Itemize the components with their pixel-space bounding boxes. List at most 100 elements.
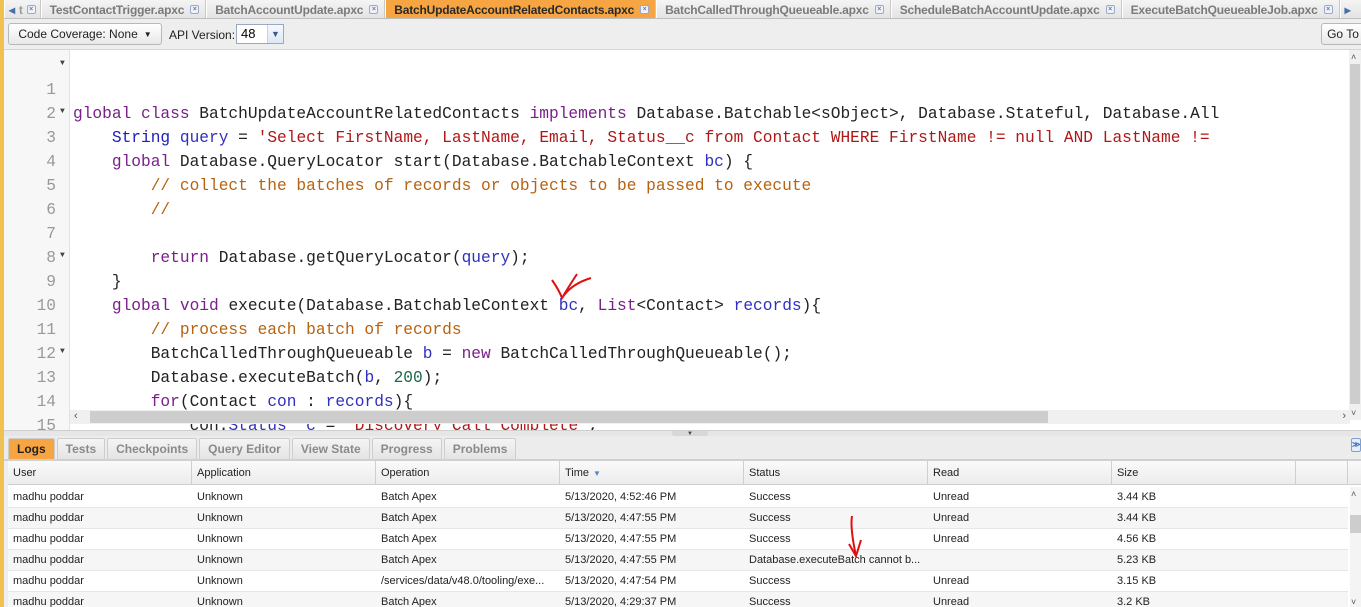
tab-label: View State <box>300 442 361 456</box>
tab-progress[interactable]: Progress <box>371 438 442 459</box>
cell-user: madhu poddar <box>13 575 84 587</box>
close-icon[interactable]: × <box>26 5 36 14</box>
table-row[interactable]: madhu poddar Unknown Batch Apex 5/13/2020, … <box>8 550 1348 571</box>
column-header-application[interactable]: Application <box>192 461 376 485</box>
cell-application: Unknown <box>197 491 243 503</box>
cell-operation: Batch Apex <box>381 533 437 545</box>
cell-status: Success <box>749 596 791 607</box>
cell-user: madhu poddar <box>13 596 84 607</box>
editor-vertical-scrollbar[interactable]: ˄ ˅ <box>1349 50 1361 420</box>
cell-application: Unknown <box>197 512 243 524</box>
scroll-down-icon[interactable]: ˅ <box>1351 597 1356 607</box>
code-line: 9 ▼ global void execute(Database.Batchabl… <box>4 246 1349 315</box>
close-icon[interactable]: × <box>190 5 200 14</box>
scrollbar-thumb[interactable] <box>1350 515 1361 533</box>
fold-arrow-icon[interactable]: ▼ <box>60 102 65 122</box>
table-row[interactable]: madhu poddar Unknown Batch Apex 5/13/2020, … <box>8 487 1348 508</box>
cell-read: Unread <box>933 512 970 524</box>
cell-user: madhu poddar <box>13 554 84 566</box>
scroll-down-icon[interactable]: ˅ <box>1351 408 1356 418</box>
cell-operation: Batch Apex <box>381 512 437 524</box>
editor-toolbar: Code Coverage: None ▼ API Version: 48 ▼ … <box>4 19 1361 50</box>
tab-problems[interactable]: Problems <box>443 438 517 459</box>
cell-size: 5.23 KB <box>1117 554 1157 566</box>
table-header: User Application Operation Time ▼ Status … <box>8 461 1361 485</box>
table-body: madhu poddar Unknown Batch Apex 5/13/2020, … <box>8 487 1348 607</box>
tab-label: ScheduleBatchAccountUpdate.apxc <box>899 2 1100 17</box>
tab-label: Tests <box>65 442 97 456</box>
code-line: 3 ▼ global Database.QueryLocator start(Da… <box>4 102 1349 171</box>
go-to-button[interactable]: Go To <box>1321 23 1361 45</box>
code-line: 4 // collect the batches of records or o… <box>4 126 1349 195</box>
tab-execute-batch-queueable-job[interactable]: ExecuteBatchQueueableJob.apxc × <box>1121 0 1340 18</box>
api-version-select[interactable]: 48 ▼ <box>236 24 284 44</box>
fold-arrow-icon[interactable]: ▼ <box>60 342 65 362</box>
code-coverage-dropdown[interactable]: Code Coverage: None ▼ <box>8 23 162 45</box>
table-row[interactable]: madhu poddar Unknown Batch Apex 5/13/2020, … <box>8 592 1348 607</box>
tab-batch-called-through-queueable[interactable]: BatchCalledThroughQueueable.apxc × <box>656 0 891 18</box>
cell-user: madhu poddar <box>13 533 84 545</box>
column-header-read[interactable]: Read <box>928 461 1112 485</box>
scrollbar-thumb[interactable] <box>90 411 1048 423</box>
column-header-status[interactable]: Status <box>744 461 928 485</box>
cell-application: Unknown <box>197 533 243 545</box>
column-header-size[interactable]: Size <box>1112 461 1296 485</box>
tab-test-contact-trigger[interactable]: TestContactTrigger.apxc × <box>40 0 207 18</box>
close-icon[interactable]: × <box>369 5 379 14</box>
tab-tests[interactable]: Tests <box>56 438 106 459</box>
cell-time: 5/13/2020, 4:47:55 PM <box>565 512 677 524</box>
cell-operation: Batch Apex <box>381 491 437 503</box>
code-editor[interactable]: 1 ▼ global class BatchUpdateAccountRelate… <box>4 50 1361 430</box>
chevron-down-icon[interactable]: ▼ <box>267 25 283 43</box>
column-header-operation[interactable]: Operation <box>376 461 560 485</box>
logs-table: User Application Operation Time ▼ Status … <box>8 461 1361 607</box>
tab-view-state[interactable]: View State <box>291 438 370 459</box>
cell-status: Success <box>749 575 791 587</box>
scroll-up-icon[interactable]: ˄ <box>1351 489 1356 499</box>
tab-logs[interactable]: Logs <box>8 438 55 459</box>
tab-label: BatchAccountUpdate.apxc <box>215 2 364 17</box>
arrow-left-icon: ◂ <box>9 2 15 17</box>
cell-time: 5/13/2020, 4:47:54 PM <box>565 575 677 587</box>
close-icon[interactable]: × <box>1105 5 1115 14</box>
tab-label: BatchCalledThroughQueueable.apxc <box>665 2 869 17</box>
collapse-panel-icon[interactable]: ≫ <box>1351 438 1361 452</box>
api-version-value: 48 <box>241 26 256 41</box>
fold-arrow-icon[interactable]: ▼ <box>60 246 65 266</box>
tab-label: Query Editor <box>208 442 281 456</box>
code-line: 2 String query = 'Select FirstName, Last… <box>4 78 1349 147</box>
table-row[interactable]: madhu poddar Unknown Batch Apex 5/13/2020, … <box>8 508 1348 529</box>
cell-time: 5/13/2020, 4:29:37 PM <box>565 596 677 607</box>
tab-batch-update-account-related-contacts[interactable]: BatchUpdateAccountRelatedContacts.apxc × <box>385 0 657 18</box>
scroll-left-icon[interactable]: ‹ <box>74 410 78 422</box>
cell-user: madhu poddar <box>13 512 84 524</box>
tab-query-editor[interactable]: Query Editor <box>199 438 290 459</box>
fold-arrow-icon[interactable]: ▼ <box>60 54 65 74</box>
close-icon[interactable]: × <box>1323 5 1333 14</box>
file-tab-bar: ◂ t × TestContactTrigger.apxc × BatchAcc… <box>4 0 1361 19</box>
cell-application: Unknown <box>197 575 243 587</box>
tab-scroll-right[interactable]: ▸ <box>1339 0 1355 18</box>
close-icon[interactable]: × <box>640 5 650 14</box>
code-coverage-label: Code Coverage: None <box>18 27 138 41</box>
tab-batch-account-update[interactable]: BatchAccountUpdate.apxc × <box>206 0 386 18</box>
scroll-right-icon[interactable]: › <box>1342 410 1346 422</box>
cell-status: Success <box>749 491 791 503</box>
scrollbar-thumb[interactable] <box>1350 64 1360 404</box>
table-row[interactable]: madhu poddar Unknown Batch Apex 5/13/2020, … <box>8 529 1348 550</box>
tab-checkpoints[interactable]: Checkpoints <box>107 438 198 459</box>
column-header-time[interactable]: Time ▼ <box>560 461 744 485</box>
cell-user: madhu poddar <box>13 491 84 503</box>
scroll-up-icon[interactable]: ˄ <box>1351 52 1356 62</box>
tab-label: Problems <box>452 442 508 456</box>
cell-status: Success <box>749 512 791 524</box>
code-line: 11 BatchCalledThroughQueueable b = new B… <box>4 294 1349 363</box>
table-row[interactable]: madhu poddar Unknown/services/data/v48.0/… <box>8 571 1348 592</box>
code-line: 12 Database.executeBatch(b, 200); <box>4 318 1349 387</box>
tab-schedule-batch-account-update[interactable]: ScheduleBatchAccountUpdate.apxc × <box>890 0 1122 18</box>
table-vertical-scrollbar[interactable]: ˄ ˅ <box>1350 487 1361 607</box>
tab-scroll-left[interactable]: ◂ t × <box>4 0 41 18</box>
column-header-user[interactable]: User <box>8 461 192 485</box>
close-icon[interactable]: × <box>874 5 884 14</box>
editor-horizontal-scrollbar[interactable]: ‹ › <box>70 410 1350 424</box>
